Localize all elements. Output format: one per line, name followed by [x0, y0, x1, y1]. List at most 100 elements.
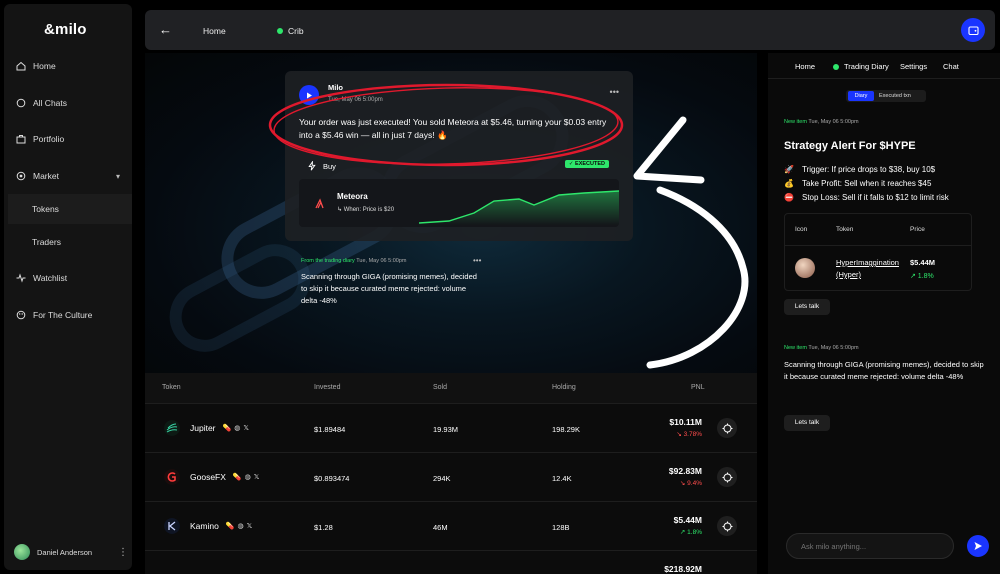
- send-icon: [974, 542, 982, 550]
- new-item-text: New item: [784, 119, 807, 125]
- hero-panel: Milo Tue, May 06 5:00pm ••• Your order w…: [145, 53, 757, 373]
- token-name: GooseFX: [190, 472, 226, 482]
- tab-home[interactable]: Home: [795, 62, 815, 71]
- sidebar-item-label: Portfolio: [33, 134, 65, 144]
- condition-text: When: Price is $20: [343, 207, 395, 213]
- sidebar-item-traders[interactable]: Traders: [8, 227, 132, 257]
- sidebar-item-all-chats[interactable]: All Chats: [16, 93, 124, 113]
- sidebar-item-home[interactable]: Home: [16, 56, 124, 76]
- rocket-icon: 🚀: [784, 165, 794, 174]
- pnl-cell: $5.44M ↗ 1.8%: [674, 515, 702, 536]
- topbar-crib-link[interactable]: Crib: [277, 26, 304, 36]
- holdings-table: Token Invested Sold Holding PNL Jupiter …: [145, 373, 757, 574]
- new-item-label: New item Tue, May 06 5:00pm: [784, 345, 859, 351]
- tab-chat[interactable]: Chat: [943, 62, 959, 71]
- top-bar: ← Home Crib: [145, 10, 995, 50]
- crosshair-icon: [722, 521, 732, 531]
- wallet-icon: [967, 25, 979, 35]
- target-button[interactable]: [717, 516, 737, 536]
- pnl-value: $218.92M: [664, 564, 702, 574]
- holding-value: 128B: [552, 523, 570, 532]
- sold-value: 19.93M: [433, 425, 459, 434]
- pnl-value: $10.11M: [669, 417, 702, 427]
- status-dot-icon: [277, 28, 283, 34]
- sidebar-item-for-the-culture[interactable]: For The Culture: [16, 305, 124, 325]
- token-price: $5.44M: [910, 258, 936, 267]
- target-button[interactable]: [717, 418, 737, 438]
- table-row[interactable]: $218.92M: [145, 550, 757, 574]
- ask-milo-input[interactable]: [786, 533, 954, 559]
- token-cell: Jupiter 💊◍𝕏: [164, 420, 252, 436]
- hyper-token-avatar: [795, 258, 815, 278]
- send-button[interactable]: [967, 535, 989, 557]
- diary-source-label: From the trading diary Tue, May 06 5:00p…: [301, 258, 407, 264]
- holding-value: 12.4K: [552, 474, 572, 483]
- token-name: Kamino: [190, 521, 219, 531]
- segment-diary[interactable]: Diary: [848, 91, 874, 101]
- pnl-change: ↘ 3.78%: [676, 431, 702, 438]
- table-row[interactable]: Kamino 💊◍𝕏 $1.28 46M 128B $5.44M ↗ 1.8%: [145, 501, 757, 549]
- social-links[interactable]: 💊◍𝕏: [226, 522, 255, 530]
- money-bag-icon: 💰: [784, 179, 794, 188]
- sidebar-item-tokens[interactable]: Tokens: [8, 194, 132, 224]
- token-name: Jupiter: [190, 423, 216, 433]
- tab-label: Trading Diary: [844, 62, 889, 71]
- back-arrow-icon[interactable]: ←: [159, 22, 172, 37]
- strategy-trigger: 🚀 Trigger: If price drops to $38, buy 10$: [784, 165, 935, 174]
- social-links[interactable]: 💊◍𝕏: [223, 424, 252, 432]
- user-profile[interactable]: Daniel Anderson ⋮: [14, 544, 128, 560]
- chat-bubble-icon: [16, 98, 26, 108]
- panel-tabs: Home Trading Diary Settings Chat: [768, 53, 1000, 79]
- new-item-text: New item: [784, 345, 807, 351]
- sidebar-item-label: Traders: [32, 237, 61, 247]
- pnl-cell: $218.92M: [664, 564, 702, 574]
- column-header-price: Price: [910, 226, 925, 233]
- right-panel: Home Trading Diary Settings Chat Diary E…: [768, 53, 1000, 574]
- invested-value: $0.893474: [314, 474, 350, 483]
- sidebar-item-label: Watchlist: [33, 273, 68, 283]
- lets-talk-button[interactable]: Lets talk: [784, 299, 830, 315]
- pnl-value: $92.83M: [668, 466, 702, 476]
- pnl-change: ↗ 1.8%: [679, 529, 702, 536]
- tab-trading-diary[interactable]: Trading Diary: [833, 62, 889, 71]
- column-header-token: Token: [162, 384, 181, 391]
- sidebar-item-market[interactable]: Market ▾: [16, 166, 124, 186]
- sidebar-item-watchlist[interactable]: Watchlist: [16, 268, 124, 288]
- new-item-label: New item Tue, May 06 5:00pm: [784, 119, 859, 125]
- lets-talk-button[interactable]: Lets talk: [784, 415, 830, 431]
- milo-logo: &milo: [44, 21, 87, 38]
- column-header-holding: Holding: [552, 384, 576, 391]
- divider: [785, 245, 971, 246]
- sidebar-item-portfolio[interactable]: Portfolio: [16, 129, 124, 149]
- pnl-value: $5.44M: [673, 515, 702, 525]
- chevron-down-icon[interactable]: ▾: [116, 172, 120, 181]
- strategy-title: Strategy Alert For $HYPE: [784, 140, 916, 152]
- more-vertical-icon[interactable]: ⋮: [118, 547, 128, 558]
- social-links[interactable]: 💊◍𝕏: [233, 473, 262, 481]
- sidebar-item-label: All Chats: [33, 98, 68, 108]
- table-row[interactable]: GooseFX 💊◍𝕏 $0.893474 294K 12.4K $92.83M…: [145, 452, 757, 500]
- strategy-take-profit: 💰 Take Profit: Sell when it reaches $45: [784, 179, 931, 188]
- column-header-icon: Icon: [795, 226, 808, 233]
- crib-label: Crib: [288, 26, 304, 36]
- more-horizontal-icon[interactable]: •••: [473, 256, 481, 265]
- topbar-home-link[interactable]: Home: [203, 26, 226, 36]
- new-item-timestamp: Tue, May 06 5:00pm: [808, 119, 859, 125]
- diary-message: Scanning through GIGA (promising memes),…: [784, 360, 984, 381]
- diary-segment-control: Diary Executed txn: [846, 90, 926, 102]
- strategy-token-table: Icon Token Price HyperImaggination (Hype…: [784, 213, 972, 291]
- target-button[interactable]: [717, 467, 737, 487]
- home-icon: [16, 61, 26, 71]
- sidebar-item-label: For The Culture: [33, 310, 93, 320]
- token-link[interactable]: HyperImaggination (Hyper): [836, 257, 899, 281]
- wallet-button[interactable]: [961, 18, 985, 42]
- table-header: Token Invested Sold Holding PNL: [145, 373, 757, 403]
- invested-value: $1.28: [314, 523, 333, 532]
- column-header-token: Token: [836, 226, 854, 233]
- table-row[interactable]: Jupiter 💊◍𝕏 $1.89484 19.93M 198.29K $10.…: [145, 403, 757, 451]
- segment-executed-txn[interactable]: Executed txn: [879, 91, 911, 101]
- column-header-pnl: PNL: [691, 384, 705, 391]
- stop-icon: ⛔: [784, 193, 794, 202]
- tab-settings[interactable]: Settings: [900, 62, 927, 71]
- holding-value: 198.29K: [552, 425, 580, 434]
